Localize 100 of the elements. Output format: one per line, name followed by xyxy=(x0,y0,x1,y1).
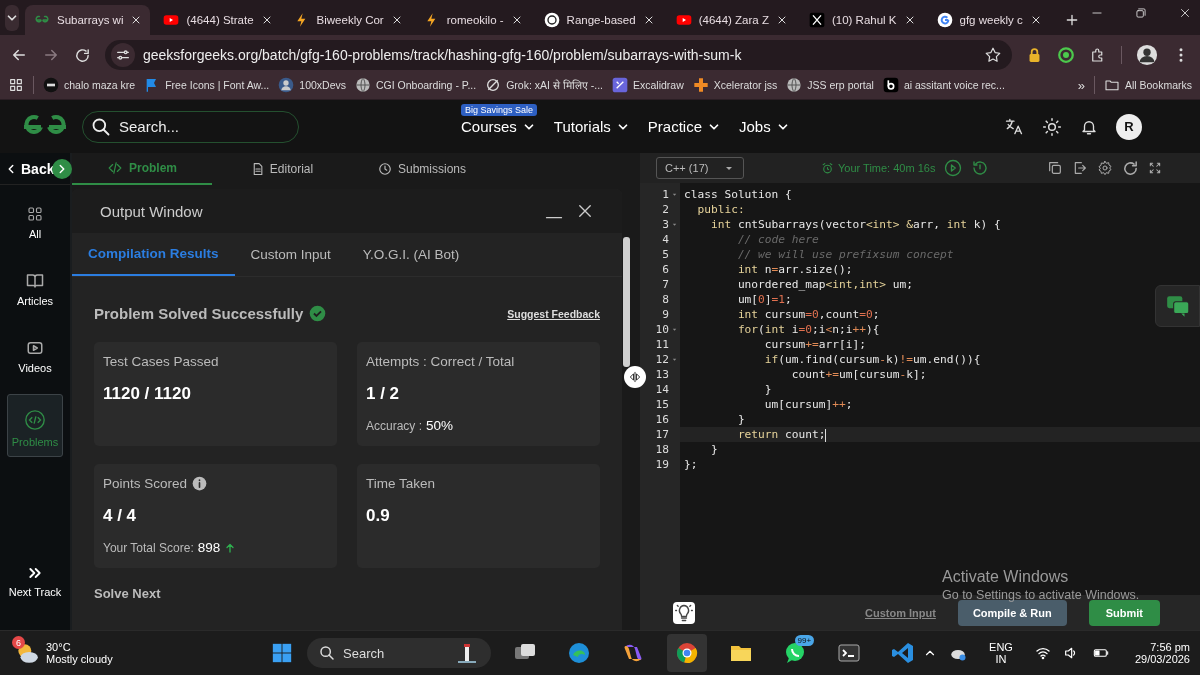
nav-menu[interactable]: Courses xyxy=(461,118,536,135)
play-icon xyxy=(163,12,180,28)
line-number: 19 xyxy=(655,458,669,471)
code-line: int cursum=0,count=0; xyxy=(736,307,880,322)
restore-icon[interactable] xyxy=(1133,5,1148,20)
language-indicator[interactable]: ENG IN xyxy=(989,641,1013,665)
promo-badge: Big Savings Sale xyxy=(461,104,538,116)
line-number: 10 xyxy=(655,323,669,336)
code-line: // code here xyxy=(736,232,819,247)
close-icon[interactable] xyxy=(576,202,594,220)
taskbar-app[interactable]: 99+ xyxy=(775,634,816,672)
language-select[interactable]: C++ (17) xyxy=(656,157,744,179)
nav-menu[interactable]: Jobs xyxy=(739,118,790,135)
browser-tab[interactable]: (4644) Strate xyxy=(154,5,281,35)
output-tab[interactable]: Y.O.G.I. (AI Bot) xyxy=(346,233,476,276)
lightbulb-icon xyxy=(674,602,694,623)
more-bookmarks-button[interactable]: » xyxy=(1077,77,1085,93)
address-bar[interactable]: geeksforgeeks.org/batch/gfg-160-problems/track/hashing-gfg-160/problem/subarrays-with-sum-k xyxy=(105,40,1012,70)
play-icon[interactable] xyxy=(944,159,963,177)
browser-tab[interactable]: romeokilo - xyxy=(414,5,531,35)
problem-tab[interactable]: Editorial xyxy=(212,153,352,185)
expand-button[interactable] xyxy=(52,159,72,179)
translate-icon[interactable] xyxy=(1004,116,1024,137)
fold-icon[interactable] xyxy=(671,191,678,198)
custom-input-link[interactable]: Custom Input xyxy=(865,606,936,619)
reset-icon[interactable] xyxy=(1122,159,1139,177)
submit-button[interactable]: Submit xyxy=(1088,599,1160,626)
nav-menu[interactable]: Practice xyxy=(647,118,721,135)
chat-button[interactable] xyxy=(1155,285,1200,327)
taskbar-app[interactable] xyxy=(667,634,708,672)
sidebar-item[interactable]: Problems xyxy=(7,394,63,457)
code-line: unordered_map<int,int> um; xyxy=(736,277,914,292)
history-icon[interactable] xyxy=(971,159,990,177)
hint-button[interactable] xyxy=(673,601,695,624)
reload-icon[interactable] xyxy=(74,46,91,64)
bookmark[interactable]: CGI Onboarding - P... xyxy=(355,77,477,93)
resize-handle[interactable] xyxy=(624,366,646,388)
sidebar-item[interactable]: All xyxy=(7,193,63,252)
search-field[interactable]: Search... xyxy=(82,110,299,143)
browser-tab[interactable]: Range-based xyxy=(534,5,663,35)
bookmark[interactable]: Grok: xAI से मिलिए -... xyxy=(485,77,603,93)
stat-value: 0.9 xyxy=(366,506,391,526)
sidebar-item[interactable]: Videos xyxy=(7,327,63,386)
all-bookmarks-button[interactable]: All Bookmarks xyxy=(1103,77,1192,93)
output-tab[interactable]: Compilation Results xyxy=(72,233,235,276)
apps-icon[interactable] xyxy=(8,77,24,93)
problem-tab[interactable]: Submissions xyxy=(352,153,492,185)
code-editor-icon xyxy=(891,641,916,665)
sun-icon[interactable] xyxy=(1042,116,1062,137)
wifi-icon[interactable] xyxy=(1034,645,1051,661)
code-line: public: xyxy=(696,202,745,217)
back-button[interactable]: Back xyxy=(0,160,55,177)
fold-icon[interactable] xyxy=(671,326,678,333)
code-line: class Solution { xyxy=(684,187,792,202)
clock[interactable]: 7:56 pm 29/03/2026 xyxy=(1134,641,1190,665)
profile-icon[interactable] xyxy=(1136,44,1158,66)
settings-icon[interactable] xyxy=(1097,160,1113,176)
site-settings-icon[interactable] xyxy=(115,47,131,63)
feedback-link[interactable]: Suggest Feedback xyxy=(507,307,600,320)
star-icon[interactable] xyxy=(984,46,1002,64)
tab-search-button[interactable] xyxy=(5,5,19,31)
bookmark[interactable]: 100xDevs xyxy=(278,77,346,93)
copy-icon[interactable] xyxy=(1047,160,1063,176)
code-line: // we will use prefixsum concept xyxy=(736,247,954,262)
terminal-icon xyxy=(837,641,862,665)
bookmark[interactable]: ai assitant voice rec... xyxy=(882,77,1005,93)
line-number: 12 xyxy=(655,353,669,366)
bookmark[interactable]: Free Icons | Font Aw... xyxy=(144,77,270,93)
browser-tab[interactable]: gfg weekly c xyxy=(927,5,1050,35)
output-tab[interactable]: Custom Input xyxy=(234,233,347,276)
stat-note-label: Your Total Score: xyxy=(103,540,194,555)
line-number: 4 xyxy=(662,233,669,246)
info-icon[interactable] xyxy=(192,476,208,491)
ring-icon[interactable] xyxy=(1057,46,1075,64)
fold-icon[interactable] xyxy=(671,356,678,363)
browser-tab[interactable]: (10) Rahul K xyxy=(799,5,924,35)
fullscreen-icon[interactable] xyxy=(1148,161,1162,175)
bookmark[interactable]: Excalidraw xyxy=(611,77,684,93)
browser-tab[interactable]: (4644) Zara Z xyxy=(666,5,796,35)
line-number: 5 xyxy=(662,248,669,261)
browser-tab[interactable]: Biweekly Cor xyxy=(284,5,411,35)
bookmark[interactable]: chalo maza kre xyxy=(43,77,136,93)
fold-icon[interactable] xyxy=(671,221,678,228)
problem-tab[interactable]: Problem xyxy=(72,153,212,185)
browser-tab[interactable]: Subarrays wi xyxy=(25,5,151,35)
video-icon xyxy=(26,339,44,357)
avatar[interactable]: R xyxy=(1116,113,1142,140)
line-number: 1 xyxy=(662,188,669,201)
b-icon xyxy=(882,77,899,93)
code-icon xyxy=(24,409,46,431)
taskbar-search[interactable]: Search xyxy=(307,638,492,668)
bookmark[interactable]: JSS erp portal xyxy=(786,77,874,93)
nav-menu[interactable]: Tutorials xyxy=(553,118,630,135)
bookmark[interactable]: Xcelerator jss xyxy=(692,77,778,93)
scrollbar[interactable] xyxy=(623,237,630,367)
sidebar-item[interactable]: Articles xyxy=(7,260,63,319)
next-track-button[interactable]: Next Track xyxy=(0,553,71,610)
import-icon[interactable] xyxy=(1072,160,1088,176)
stat-note-label: Accuracy : xyxy=(366,418,422,433)
start-icon[interactable] xyxy=(271,642,294,664)
